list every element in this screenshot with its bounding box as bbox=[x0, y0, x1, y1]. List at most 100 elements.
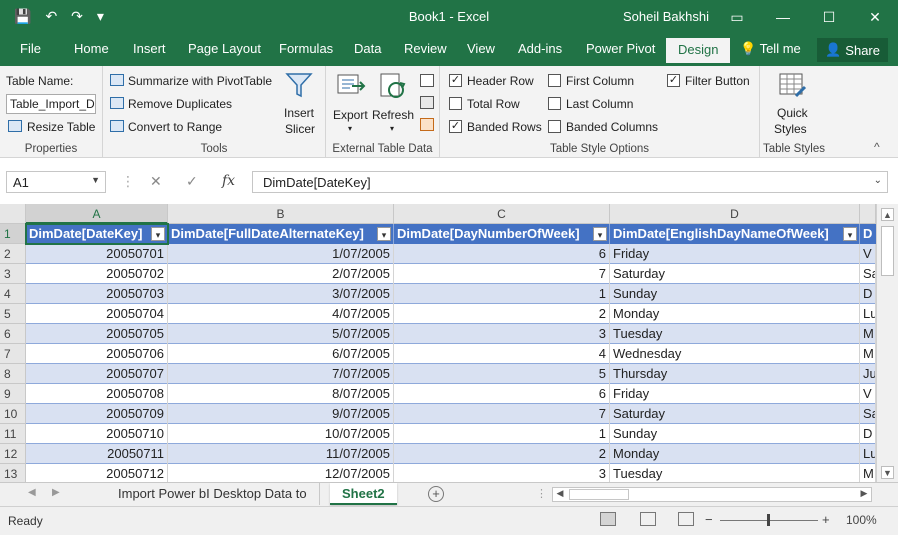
ribbon-display-options-icon[interactable]: ▭ bbox=[714, 0, 760, 34]
table-cell[interactable]: M bbox=[860, 344, 876, 364]
table-cell[interactable]: Monday bbox=[610, 304, 860, 324]
row-header[interactable]: 12 bbox=[0, 444, 26, 464]
row-header[interactable]: 3 bbox=[0, 264, 26, 284]
table-cell[interactable]: Ju bbox=[860, 364, 876, 384]
table-cell[interactable]: Saturday bbox=[610, 404, 860, 424]
table-cell[interactable]: 20050710 bbox=[26, 424, 168, 444]
tab-page-layout[interactable]: Page Layout bbox=[188, 41, 261, 56]
row-header[interactable]: 11 bbox=[0, 424, 26, 444]
zoom-out-button[interactable]: − bbox=[705, 512, 713, 527]
table-cell[interactable]: 6/07/2005 bbox=[168, 344, 394, 364]
table-cell[interactable]: 3/07/2005 bbox=[168, 284, 394, 304]
table-cell[interactable]: 11/07/2005 bbox=[168, 444, 394, 464]
table-cell[interactable]: 7/07/2005 bbox=[168, 364, 394, 384]
column-header-a[interactable]: A bbox=[26, 204, 168, 224]
table-cell[interactable]: 3 bbox=[394, 324, 610, 344]
zoom-slider-thumb[interactable] bbox=[767, 514, 770, 526]
cancel-icon[interactable]: ✕ bbox=[150, 173, 162, 190]
vertical-scrollbar[interactable]: ▲ ▼ bbox=[876, 204, 898, 482]
tab-power-pivot[interactable]: Power Pivot bbox=[586, 41, 655, 56]
filter-dropdown-icon[interactable]: ▾ bbox=[593, 227, 607, 241]
scroll-right-icon[interactable]: ▶ bbox=[857, 488, 871, 499]
table-cell[interactable]: M bbox=[860, 324, 876, 344]
filter-button-checkbox[interactable]: ✓ bbox=[667, 74, 680, 87]
table-cell[interactable]: Sunday bbox=[610, 284, 860, 304]
column-header-e[interactable] bbox=[860, 204, 876, 224]
close-icon[interactable]: ✕ bbox=[852, 0, 898, 34]
table-cell[interactable]: 12/07/2005 bbox=[168, 464, 394, 482]
table-cell[interactable]: Monday bbox=[610, 444, 860, 464]
table-cell[interactable]: 6 bbox=[394, 244, 610, 264]
column-header-c[interactable]: C bbox=[394, 204, 610, 224]
resize-table-button[interactable]: Resize Table bbox=[27, 120, 95, 134]
column-header-b[interactable]: B bbox=[168, 204, 394, 224]
vertical-scroll-thumb[interactable] bbox=[881, 226, 894, 276]
zoom-level[interactable]: 100% bbox=[846, 513, 877, 527]
table-cell[interactable]: Friday bbox=[610, 244, 860, 264]
table-cell[interactable]: 20050706 bbox=[26, 344, 168, 364]
table-cell[interactable]: Saturday bbox=[610, 264, 860, 284]
sheet-nav-next-icon[interactable]: ▶ bbox=[52, 487, 60, 498]
table-cell[interactable]: V bbox=[860, 244, 876, 264]
insert-function-icon[interactable]: fx bbox=[222, 173, 235, 189]
maximize-icon[interactable]: ☐ bbox=[806, 0, 852, 34]
row-header[interactable]: 7 bbox=[0, 344, 26, 364]
table-cell[interactable]: 6 bbox=[394, 384, 610, 404]
banded-columns-checkbox[interactable] bbox=[548, 120, 561, 133]
table-cell[interactable]: 20050708 bbox=[26, 384, 168, 404]
zoom-in-button[interactable]: + bbox=[822, 512, 830, 527]
table-cell[interactable]: 20050711 bbox=[26, 444, 168, 464]
table-cell[interactable]: 20050709 bbox=[26, 404, 168, 424]
worksheet-grid[interactable]: A B C D 1 2 3 4 5 6 7 8 9 10 11 12 13 Di… bbox=[0, 204, 876, 482]
table-cell[interactable]: 4/07/2005 bbox=[168, 304, 394, 324]
first-column-checkbox[interactable] bbox=[548, 74, 561, 87]
table-cell[interactable]: 20050701 bbox=[26, 244, 168, 264]
sheet-nav-prev-icon[interactable]: ◀ bbox=[28, 487, 36, 498]
table-cell[interactable]: 3 bbox=[394, 464, 610, 482]
table-cell[interactable]: Tuesday bbox=[610, 324, 860, 344]
row-header[interactable]: 9 bbox=[0, 384, 26, 404]
row-header[interactable]: 13 bbox=[0, 464, 26, 482]
tab-split-handle-icon[interactable]: ⋮ bbox=[536, 487, 547, 500]
table-cell[interactable]: 1 bbox=[394, 284, 610, 304]
table-cell[interactable]: 4 bbox=[394, 344, 610, 364]
horizontal-scrollbar[interactable]: ◀ ▶ bbox=[552, 487, 872, 502]
page-break-view-icon[interactable] bbox=[678, 512, 694, 526]
table-cell[interactable]: 20050707 bbox=[26, 364, 168, 384]
table-cell[interactable]: 20050712 bbox=[26, 464, 168, 482]
table-cell[interactable]: 8/07/2005 bbox=[168, 384, 394, 404]
select-all-corner[interactable] bbox=[0, 204, 26, 224]
export-button[interactable]: Export ▾ bbox=[332, 72, 372, 136]
refresh-button[interactable]: Refresh ▾ bbox=[372, 72, 414, 136]
expand-formula-icon[interactable]: ⌄ bbox=[874, 175, 882, 186]
table-cell[interactable]: V bbox=[860, 384, 876, 404]
horizontal-scroll-thumb[interactable] bbox=[569, 489, 629, 500]
formula-input[interactable]: DimDate[DateKey] ⌄ bbox=[252, 171, 888, 193]
table-cell[interactable]: 20050704 bbox=[26, 304, 168, 324]
sheet-tab-import[interactable]: Import Power bI Desktop Data to bbox=[106, 483, 320, 505]
tab-insert[interactable]: Insert bbox=[133, 41, 166, 56]
convert-to-range-button[interactable]: Convert to Range bbox=[128, 120, 222, 134]
table-cell[interactable]: Thursday bbox=[610, 364, 860, 384]
open-in-browser-icon[interactable] bbox=[420, 96, 434, 109]
table-header-cell[interactable]: DimDate[EnglishDayNameOfWeek] ▾ bbox=[610, 224, 860, 244]
table-cell[interactable]: Lu bbox=[860, 304, 876, 324]
table-cell[interactable]: 20050703 bbox=[26, 284, 168, 304]
unlink-icon[interactable] bbox=[420, 118, 434, 131]
table-cell[interactable]: 2/07/2005 bbox=[168, 264, 394, 284]
user-name[interactable]: Soheil Bakhshi bbox=[623, 9, 709, 24]
table-cell[interactable]: 5/07/2005 bbox=[168, 324, 394, 344]
table-cell[interactable]: 7 bbox=[394, 404, 610, 424]
row-header[interactable]: 2 bbox=[0, 244, 26, 264]
tab-home[interactable]: Home bbox=[74, 41, 109, 56]
table-cell[interactable]: 7 bbox=[394, 264, 610, 284]
table-name-input[interactable]: Table_Import_Di bbox=[6, 94, 96, 114]
table-cell[interactable]: M bbox=[860, 464, 876, 482]
tab-file[interactable]: File bbox=[20, 41, 41, 56]
table-cell[interactable]: Sa bbox=[860, 264, 876, 284]
table-cell[interactable]: D bbox=[860, 284, 876, 304]
row-header[interactable]: 8 bbox=[0, 364, 26, 384]
table-header-cell[interactable]: D bbox=[860, 224, 876, 244]
tab-design[interactable]: Design bbox=[666, 38, 731, 63]
insert-slicer-button[interactable]: Insert Slicer bbox=[279, 72, 319, 136]
